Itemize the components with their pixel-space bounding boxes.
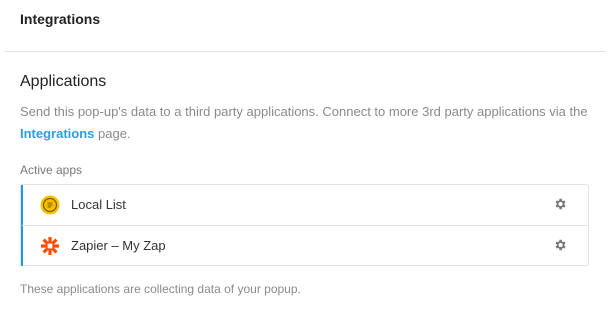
- panel-title: Integrations: [20, 11, 101, 27]
- app-name: Zapier – My Zap: [71, 238, 166, 253]
- applications-description: Send this pop-up's data to a third party…: [20, 101, 595, 145]
- gear-icon[interactable]: [553, 238, 567, 252]
- local-list-icon: [40, 195, 60, 215]
- description-prefix: Send this pop-up's data to a third party…: [20, 104, 588, 119]
- panel-header: Integrations: [4, 0, 606, 52]
- apps-footer-note: These applications are collecting data o…: [20, 282, 301, 296]
- active-apps-label: Active apps: [20, 163, 83, 177]
- app-item-zapier[interactable]: Zapier – My Zap: [21, 226, 588, 266]
- integrations-link[interactable]: Integrations: [20, 126, 94, 141]
- gear-icon[interactable]: [553, 197, 567, 211]
- applications-title: Applications: [20, 73, 107, 90]
- app-item-local-list[interactable]: Local List: [21, 185, 588, 226]
- app-name: Local List: [71, 197, 126, 212]
- zapier-icon: [41, 237, 59, 255]
- description-suffix: page.: [98, 126, 131, 141]
- active-apps-list: Local List Zapier – My Zap: [20, 184, 589, 266]
